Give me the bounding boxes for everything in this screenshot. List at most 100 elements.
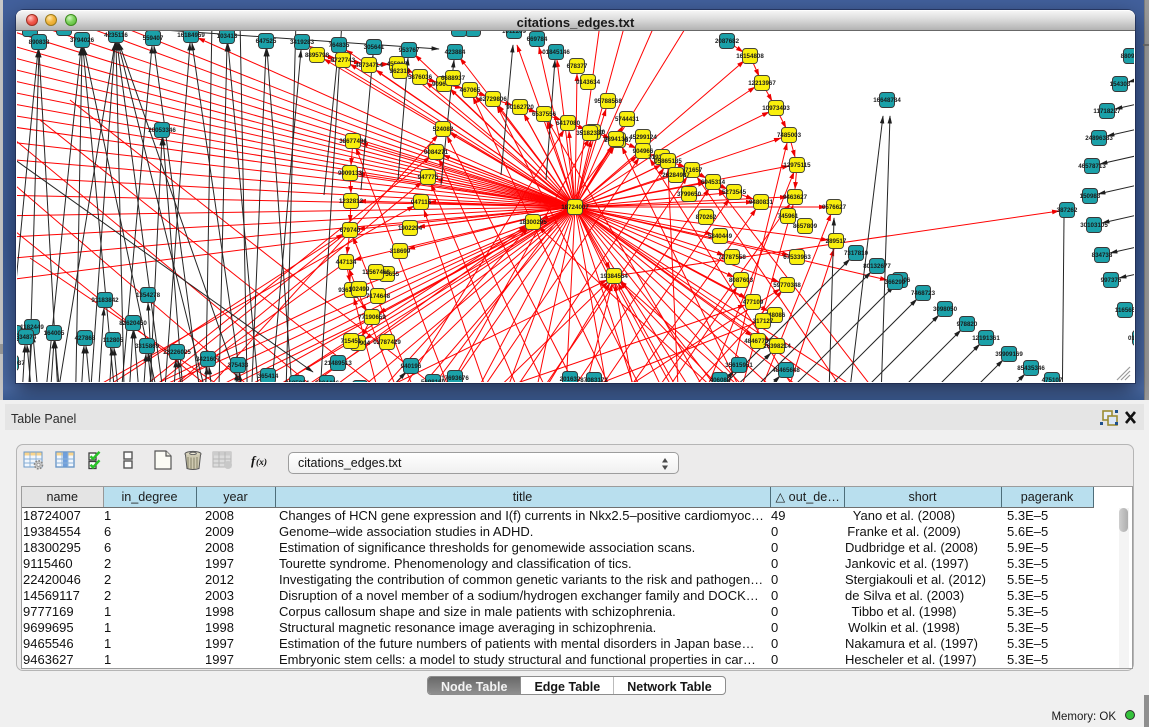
svg-text:16184959: 16184959 [177,32,205,39]
svg-text:9894134: 9894134 [604,136,629,143]
svg-text:9463627: 9463627 [783,194,808,201]
svg-text:467065: 467065 [460,87,481,94]
svg-text:12191361: 12191361 [972,335,1000,342]
svg-text:35182337: 35182337 [576,130,604,137]
svg-text:116566: 116566 [1115,307,1134,314]
svg-text:154303: 154303 [1110,81,1131,88]
svg-text:0143634: 0143634 [576,79,601,86]
svg-text:91183842: 91183842 [91,297,119,304]
svg-text:0084271: 0084271 [424,149,449,156]
svg-text:102499: 102499 [349,286,370,293]
svg-text:423884: 423884 [445,49,466,56]
svg-text:12213967: 12213967 [748,80,776,87]
svg-text:3799650: 3799650 [677,191,702,198]
svg-text:62729806: 62729806 [479,96,507,103]
svg-text:4235116: 4235116 [104,32,128,39]
svg-text:678377: 678377 [567,63,588,70]
svg-text:112805: 112805 [103,337,124,344]
svg-text:8895798: 8895798 [305,52,330,59]
svg-text:8727743: 8727743 [331,57,356,64]
svg-text:534874: 534874 [17,334,37,341]
svg-text:39909169: 39909169 [995,351,1023,358]
svg-text:890838: 890838 [29,39,50,46]
svg-text:305641: 305641 [364,44,385,51]
svg-text:669784: 669784 [527,36,548,43]
svg-text:90162720: 90162720 [506,104,534,111]
svg-text:8087603: 8087603 [729,277,754,284]
svg-text:764835: 764835 [329,42,350,49]
svg-text:447134: 447134 [336,259,357,266]
svg-text:24896383: 24896383 [1085,135,1113,142]
svg-text:524082: 524082 [433,126,454,133]
svg-text:12567468: 12567468 [362,269,390,276]
svg-text:1902294: 1902294 [398,225,423,232]
svg-text:679740: 679740 [340,227,361,234]
svg-text:3421607: 3421607 [196,356,221,363]
svg-text:3315869: 3315869 [135,343,160,350]
svg-text:18300295: 18300295 [519,219,547,226]
svg-text:960013: 960013 [54,31,75,32]
svg-text:01845146: 01845146 [542,49,570,56]
svg-text:7174648: 7174648 [366,293,391,300]
svg-text:85435346: 85435346 [1017,365,1045,372]
svg-text:559407: 559407 [143,35,164,42]
svg-text:387262: 387262 [1057,207,1078,214]
svg-text:16648784: 16648784 [873,97,901,104]
svg-text:6804436: 6804436 [315,380,340,382]
svg-text:940196: 940196 [401,363,422,370]
svg-text:9909133: 9909133 [338,170,363,177]
svg-text:7317810: 7317810 [844,250,869,257]
svg-text:150983: 150983 [1080,193,1101,200]
svg-text:870262: 870262 [696,214,717,221]
svg-text:834738: 834738 [1092,252,1113,259]
svg-text:5273545: 5273545 [722,189,747,196]
svg-text:20053346: 20053346 [148,127,176,134]
svg-text:5876036: 5876036 [408,74,433,81]
svg-text:5744431: 5744431 [615,116,640,123]
svg-text:12975115: 12975115 [783,162,811,169]
svg-text:365414: 365414 [258,373,279,380]
svg-text:880957: 880957 [1121,53,1134,60]
svg-text:8657809: 8657809 [793,223,818,230]
svg-text:0576627: 0576627 [822,204,847,211]
svg-text:(x): (x) [256,457,267,468]
svg-text:87083172: 87083172 [580,377,608,382]
svg-text:48465648: 48465648 [772,367,800,374]
svg-text:0106513: 0106513 [1128,335,1134,342]
svg-text:978820: 978820 [957,321,978,328]
svg-text:3098050: 3098050 [933,306,958,313]
svg-text:953767: 953767 [399,47,420,54]
svg-text:38677496: 38677496 [339,138,367,145]
svg-text:26284987: 26284987 [662,172,690,179]
svg-text:704828: 704828 [449,31,470,33]
svg-text:375433: 375433 [228,362,249,369]
svg-text:1012269: 1012269 [502,31,527,35]
svg-text:6945314: 6945314 [701,179,726,186]
svg-text:997376: 997376 [1101,277,1122,284]
svg-text:1354278: 1354278 [136,292,161,299]
svg-text:047116: 047116 [411,199,432,206]
svg-text:05865185: 05865185 [654,158,682,165]
svg-text:30103105: 30103105 [1080,222,1108,229]
svg-text:9480831: 9480831 [749,199,774,206]
svg-text:59770348: 59770348 [773,282,801,289]
svg-text:3794026: 3794026 [70,37,95,44]
svg-text:103413: 103413 [217,33,238,40]
svg-text:6417080: 6417080 [556,120,581,127]
svg-text:95788568: 95788568 [594,98,622,105]
svg-text:6537556: 6537556 [532,111,557,118]
svg-text:43320037: 43320037 [17,360,25,367]
svg-text:366299: 366299 [885,279,906,286]
svg-text:289517: 289517 [826,238,847,245]
svg-text:02787429: 02787429 [373,339,401,346]
svg-text:48734714: 48734714 [355,62,383,69]
svg-text:72787558: 72787558 [718,254,746,261]
svg-text:647525: 647525 [256,38,277,45]
svg-text:715451: 715451 [341,338,362,345]
svg-text:947775: 947775 [418,174,439,181]
svg-text:201632: 201632 [560,376,581,382]
svg-text:406088: 406088 [710,377,731,382]
svg-text:317127: 317127 [753,318,774,325]
svg-text:16154808: 16154808 [736,53,764,60]
svg-text:6688937: 6688937 [441,75,466,82]
